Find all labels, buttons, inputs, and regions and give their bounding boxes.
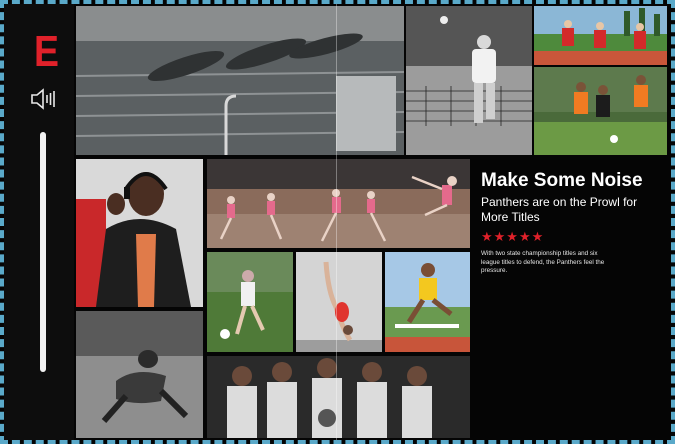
gymnastics-image	[207, 159, 470, 248]
tile-coach[interactable]	[76, 159, 203, 307]
tile-gymnastics[interactable]	[207, 159, 470, 248]
tile-tennis[interactable]	[406, 6, 532, 155]
feature-subtitle: Panthers are on the Prowl for More Title…	[481, 195, 638, 224]
soccer-girl-image	[207, 252, 293, 352]
tile-soccer-girl[interactable]	[207, 252, 293, 352]
feature-info: Make Some Noise Panthers are on the Prow…	[481, 170, 661, 276]
tile-soccer-action[interactable]	[534, 67, 667, 155]
tennis-image	[406, 6, 532, 155]
rating-stars: ★★★★★	[481, 229, 545, 244]
feature-description: With two state championship titles and s…	[481, 250, 605, 274]
tile-hurdler[interactable]	[385, 252, 470, 352]
tile-swimmers[interactable]	[76, 6, 404, 155]
sidebar: E	[4, 4, 74, 440]
football-image	[76, 311, 203, 438]
volume-icon[interactable]	[30, 86, 56, 112]
handstand-image	[296, 252, 382, 352]
tile-handstand[interactable]	[296, 252, 382, 352]
swimmers-image	[76, 6, 404, 155]
tile-runners[interactable]	[534, 6, 667, 65]
volume-slider[interactable]	[40, 132, 46, 372]
soccer-action-image	[534, 67, 667, 155]
center-divider	[336, 4, 337, 440]
tile-team[interactable]	[207, 356, 470, 438]
coach-image	[76, 159, 203, 307]
tile-football[interactable]	[76, 311, 203, 438]
runners-image	[534, 6, 667, 65]
hurdler-image	[385, 252, 470, 352]
volume-slider-fill	[40, 132, 46, 372]
feature-title: Make Some Noise	[481, 170, 643, 191]
team-image	[207, 356, 470, 438]
app-logo[interactable]: E	[34, 30, 59, 74]
